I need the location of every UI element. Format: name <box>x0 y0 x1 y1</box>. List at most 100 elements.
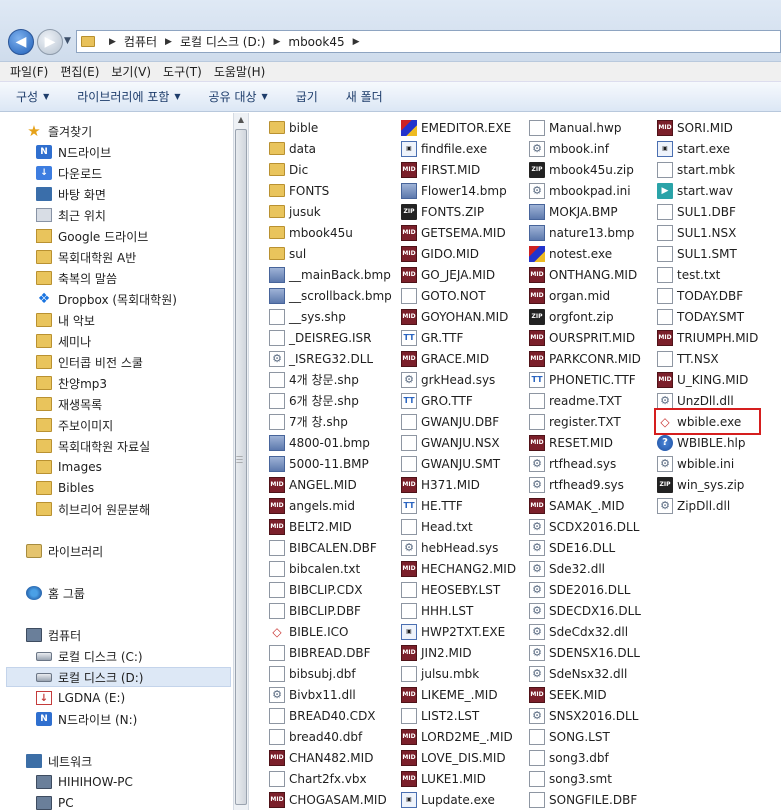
file-item[interactable]: BREAD40.CDX <box>269 705 392 726</box>
file-item[interactable]: MID ONTHANG.MID <box>529 264 641 285</box>
breadcrumb[interactable]: ▶ 컴퓨터 ▶ 로컬 디스크 (D:) ▶ mbook45 ▶ <box>76 30 781 53</box>
menu-help[interactable]: 도움말(H) <box>214 63 266 80</box>
menu-edit[interactable]: 편집(E) <box>60 63 99 80</box>
file-item[interactable]: MID JIN2.MID <box>401 642 516 663</box>
menu-view[interactable]: 보기(V) <box>111 63 151 80</box>
file-item[interactable]: GOTO.NOT <box>401 285 516 306</box>
file-item[interactable]: SONG.LST <box>529 726 641 747</box>
file-item[interactable]: MID organ.mid <box>529 285 641 306</box>
file-item[interactable]: ZIP FONTS.ZIP <box>401 201 516 222</box>
file-item[interactable]: SUL1.SMT <box>657 243 758 264</box>
scroll-up-icon[interactable]: ▲ <box>234 113 248 127</box>
file-item[interactable]: sul <box>269 243 392 264</box>
nav-item-desktop[interactable]: 바탕 화면 <box>36 184 106 204</box>
file-item[interactable]: ▣ start.exe <box>657 138 758 159</box>
file-item[interactable]: test.txt <box>657 264 758 285</box>
file-item[interactable]: nature13.bmp <box>529 222 641 243</box>
file-item[interactable]: MID GO_JEJA.MID <box>401 264 516 285</box>
nav-item-google-drive[interactable]: Google 드라이브 <box>36 226 148 246</box>
file-item[interactable]: ⚙ rtfhead.sys <box>529 453 641 474</box>
file-item[interactable]: TT PHONETIC.TTF <box>529 369 641 390</box>
nav-item-recent[interactable]: 최근 위치 <box>36 205 106 225</box>
file-item[interactable]: ⚙ wbible.ini <box>657 453 758 474</box>
breadcrumb-mbook45[interactable]: mbook45 ▶ <box>288 35 367 49</box>
file-item[interactable]: MID SORI.MID <box>657 117 758 138</box>
nav-network-pc[interactable]: HIHIHOW-PC <box>36 772 133 792</box>
file-item[interactable]: MID SEEK.MID <box>529 684 641 705</box>
file-item[interactable]: GWANJU.DBF <box>401 411 516 432</box>
file-item[interactable]: Dic <box>269 159 392 180</box>
file-item[interactable]: bible <box>269 117 392 138</box>
file-item[interactable]: readme.TXT <box>529 390 641 411</box>
file-item[interactable]: ⚙ SDE16.DLL <box>529 537 641 558</box>
organize-button[interactable]: 구성 ▼ <box>16 88 49 105</box>
file-item[interactable]: TT.NSX <box>657 348 758 369</box>
file-item[interactable]: MID angels.mid <box>269 495 392 516</box>
include-in-library-button[interactable]: 라이브러리에 포함 ▼ <box>77 88 180 105</box>
file-item[interactable]: BIBCLIP.CDX <box>269 579 392 600</box>
nav-network[interactable]: 네트워크 <box>26 751 92 771</box>
file-item[interactable]: register.TXT <box>529 411 641 432</box>
new-folder-button[interactable]: 새 폴더 <box>346 88 383 105</box>
nav-item-folder[interactable]: 내 악보 <box>36 310 95 330</box>
file-item[interactable]: Flower14.bmp <box>401 180 516 201</box>
file-item[interactable]: ZIP orgfont.zip <box>529 306 641 327</box>
file-item[interactable]: data <box>269 138 392 159</box>
nav-drive-e[interactable]: ↓ LGDNA (E:) <box>36 688 125 708</box>
file-item[interactable]: ⚙ SdeCdx32.dll <box>529 621 641 642</box>
nav-drive-d[interactable]: 로컬 디스크 (D:) <box>6 667 231 687</box>
file-item[interactable]: MID LIKEME_.MID <box>401 684 516 705</box>
file-item[interactable]: __mainBack.bmp <box>269 264 392 285</box>
nav-scrollbar[interactable]: ▲ — — — <box>233 113 249 810</box>
file-item[interactable]: GWANJU.SMT <box>401 453 516 474</box>
breadcrumb-local-disk-d[interactable]: 로컬 디스크 (D:) ▶ <box>180 33 288 50</box>
burn-button[interactable]: 굽기 <box>296 88 318 105</box>
file-item[interactable]: ⚙ mbook.inf <box>529 138 641 159</box>
back-button[interactable]: ◀ <box>8 29 34 55</box>
file-item[interactable]: ⚙ Sde32.dll <box>529 558 641 579</box>
file-item[interactable]: start.mbk <box>657 159 758 180</box>
file-item[interactable]: ▶ start.wav <box>657 180 758 201</box>
file-item[interactable]: MID CHAN482.MID <box>269 747 392 768</box>
nav-item-folder[interactable]: 인터콥 비전 스쿨 <box>36 352 143 372</box>
file-item[interactable]: 4800-01.bmp <box>269 432 392 453</box>
file-item[interactable]: MID OURSPRIT.MID <box>529 327 641 348</box>
file-item[interactable]: ⚙ UnzDll.dll <box>657 390 758 411</box>
file-item[interactable]: 7개 창.shp <box>269 411 392 432</box>
forward-button[interactable]: ▶ <box>37 29 63 55</box>
file-item[interactable]: ⚙ SDENSX16.DLL <box>529 642 641 663</box>
file-item[interactable]: MID TRIUMPH.MID <box>657 327 758 348</box>
file-item[interactable]: BIBCALEN.DBF <box>269 537 392 558</box>
file-item[interactable]: __scrollback.bmp <box>269 285 392 306</box>
file-item[interactable]: ? WBIBLE.hlp <box>657 432 758 453</box>
file-item[interactable]: GWANJU.NSX <box>401 432 516 453</box>
file-item[interactable]: SONGFILE.DBF <box>529 789 641 810</box>
file-item[interactable]: TT GR.TTF <box>401 327 516 348</box>
nav-drive-c[interactable]: 로컬 디스크 (C:) <box>36 646 143 666</box>
file-item[interactable]: ⚙ hebHead.sys <box>401 537 516 558</box>
file-item[interactable]: HEOSEBY.LST <box>401 579 516 600</box>
file-item[interactable]: MID SAMAK_.MID <box>529 495 641 516</box>
file-item[interactable]: ▣ HWP2TXT.EXE <box>401 621 516 642</box>
nav-homegroup[interactable]: 홈 그룹 <box>26 583 85 603</box>
file-item[interactable]: ⚙ grkHead.sys <box>401 369 516 390</box>
file-item[interactable]: TT HE.TTF <box>401 495 516 516</box>
file-item[interactable]: ⚙ rtfhead9.sys <box>529 474 641 495</box>
file-item[interactable]: MID HECHANG2.MID <box>401 558 516 579</box>
file-item[interactable]: SUL1.DBF <box>657 201 758 222</box>
share-with-button[interactable]: 공유 대상 ▼ <box>209 88 268 105</box>
chevron-right-icon[interactable]: ▶ <box>109 37 116 47</box>
file-item[interactable]: __sys.shp <box>269 306 392 327</box>
file-item[interactable]: BIBREAD.DBF <box>269 642 392 663</box>
file-item[interactable]: TODAY.DBF <box>657 285 758 306</box>
file-item[interactable]: bibsubj.dbf <box>269 663 392 684</box>
history-dropdown-icon[interactable]: ▼ <box>64 36 71 46</box>
nav-item-downloads[interactable]: ↓ 다운로드 <box>36 163 102 183</box>
file-item[interactable]: 4개 창문.shp <box>269 369 392 390</box>
file-item[interactable]: ⚙ ZipDll.dll <box>657 495 758 516</box>
file-item[interactable]: mbook45u <box>269 222 392 243</box>
nav-item-ndrive[interactable]: N N드라이브 <box>36 142 111 162</box>
file-item[interactable]: MID LORD2ME_.MID <box>401 726 516 747</box>
file-item[interactable]: ⚙ SNSX2016.DLL <box>529 705 641 726</box>
file-item[interactable]: 6개 창문.shp <box>269 390 392 411</box>
